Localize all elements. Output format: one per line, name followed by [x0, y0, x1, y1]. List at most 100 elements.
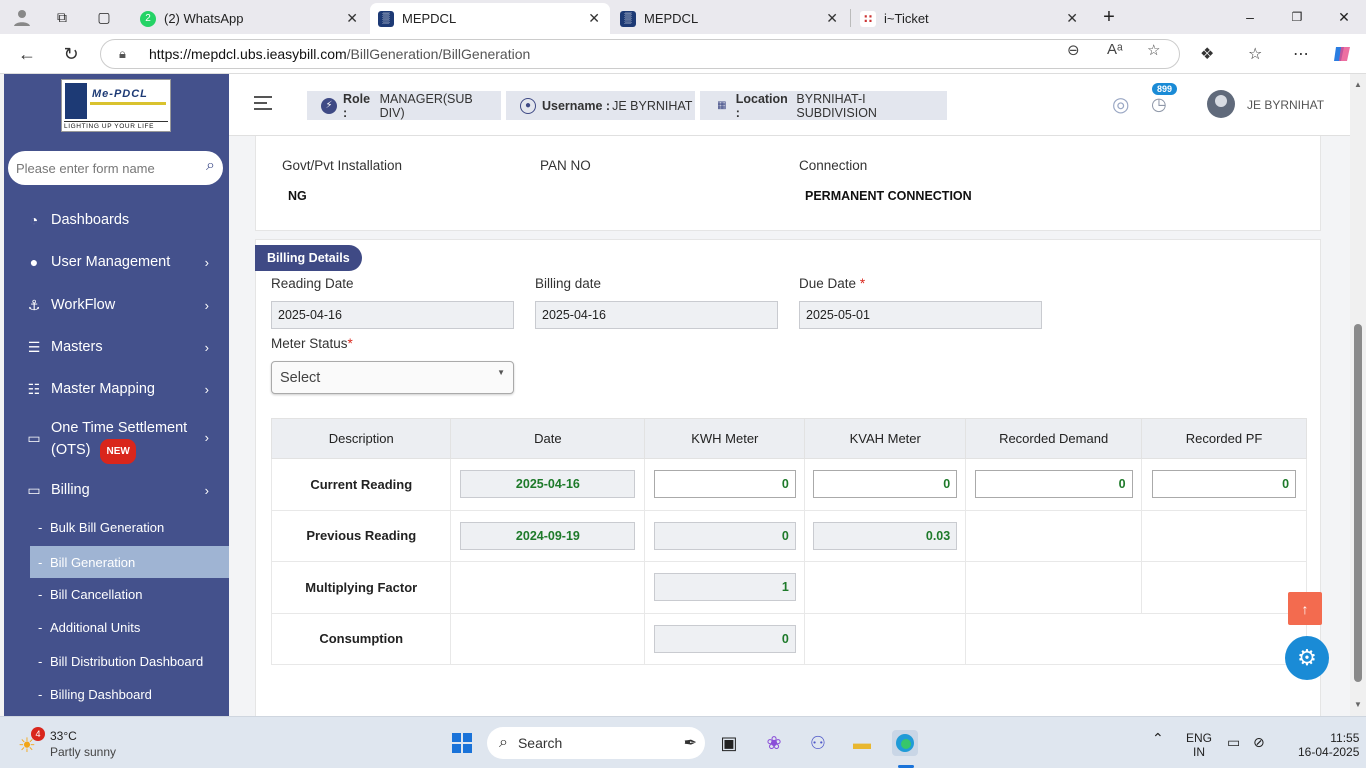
header-user-name[interactable]: JE BYRNIHAT [1247, 98, 1324, 112]
billing-details-card: Billing Details Reading Date Billing dat… [255, 239, 1321, 716]
menu-user-management[interactable]: ● User Management › [4, 249, 229, 275]
edge-browser-icon[interactable] [892, 730, 918, 756]
scroll-down-arrow-icon[interactable]: ▼ [1354, 700, 1362, 709]
cell-kvah: 0.03 [804, 509, 967, 562]
mepdcl-logo[interactable]: Me-PDCL LIGHTING UP YOUR LIFE [61, 79, 171, 132]
scroll-to-top-button[interactable]: ↑ [1288, 592, 1322, 625]
copilot-taskbar-icon[interactable]: ❀ [761, 730, 787, 756]
profile-icon[interactable] [8, 0, 36, 34]
minimize-icon[interactable]: – [1236, 0, 1264, 34]
menu-workflow[interactable]: ⚓︎ WorkFlow › [4, 292, 229, 318]
submenu-bulk-bill-generation[interactable]: Bulk Bill Generation [30, 511, 229, 543]
reading-date-field[interactable]: 2025-04-16 [271, 301, 514, 329]
workspaces-icon[interactable]: ⧉ [48, 0, 76, 34]
restore-icon[interactable]: ❐ [1283, 0, 1311, 34]
due-date-field[interactable]: 2025-05-01 [799, 301, 1042, 329]
zoom-icon[interactable]: ⊖ [1067, 41, 1080, 59]
required-mark: * [859, 276, 866, 291]
col-kwh: KWH Meter [644, 418, 806, 459]
windows-start-icon[interactable] [449, 730, 475, 756]
form-search-input[interactable]: Please enter form name ⌕ [8, 151, 223, 185]
close-tab-icon[interactable]: ✕ [826, 10, 838, 27]
cell-kwh: 0 [644, 612, 806, 665]
due-date-label: Due Date [799, 276, 857, 291]
more-options-icon[interactable]: ⋯ [1293, 44, 1309, 64]
menu-master-mapping[interactable]: ☷ Master Mapping › [4, 376, 229, 402]
multiplying-factor-field[interactable]: 1 [653, 573, 796, 602]
page-scrollbar[interactable]: ▲ ▼ [1350, 74, 1366, 716]
avatar[interactable] [1207, 90, 1235, 118]
submenu-bill-distribution-dashboard[interactable]: Bill Distribution Dashboard [30, 645, 229, 677]
search-icon[interactable]: ⌕ [206, 157, 215, 175]
refresh-icon[interactable]: ↻ [58, 42, 84, 66]
submenu-bill-generation[interactable]: Bill Generation [30, 546, 229, 578]
menu-label: Billing [51, 482, 90, 498]
teams-icon[interactable]: ⚇ [805, 730, 831, 756]
close-tab-icon[interactable]: ✕ [588, 10, 600, 27]
menu-masters[interactable]: ☰ Masters › [4, 334, 229, 360]
current-kvah-input[interactable]: 0 [813, 470, 958, 499]
submenu-billing-dashboard[interactable]: Billing Dashboard [30, 678, 229, 710]
submenu-additional-units[interactable]: Additional Units [30, 611, 229, 643]
favorite-star-icon[interactable]: ☆ [1147, 41, 1160, 59]
file-explorer-icon[interactable]: ▬ [849, 730, 875, 756]
language-indicator[interactable]: ENG IN [1186, 731, 1212, 759]
connection-value: PERMANENT CONNECTION [805, 189, 972, 203]
submenu-bill-cancellation[interactable]: Bill Cancellation [30, 578, 229, 610]
current-pf-input[interactable]: 0 [1152, 470, 1297, 499]
chevron-right-icon: › [204, 381, 209, 397]
tab-iticket[interactable]: ∷ i~Ticket ✕ [852, 3, 1088, 34]
pan-label: PAN NO [540, 158, 591, 173]
scroll-up-arrow-icon[interactable]: ▲ [1354, 80, 1362, 89]
new-tab-icon[interactable]: + [1096, 0, 1122, 34]
sidebar: Me-PDCL LIGHTING UP YOUR LIFE Please ent… [4, 74, 229, 716]
menu-ots[interactable]: ▭ One Time Settlement (OTS) NEW › [4, 418, 229, 464]
billing-date-field[interactable]: 2025-04-16 [535, 301, 778, 329]
hamburger-menu-icon[interactable] [254, 96, 272, 114]
favorites-icon[interactable]: ☆ [1248, 44, 1262, 64]
url-field[interactable]: 🔒︎ https://mepdcl.ubs.ieasybill.com/Bill… [100, 39, 1180, 69]
network-icon[interactable]: ▭ [1227, 735, 1240, 749]
app-header: ⚡︎ Role : MANAGER(SUB DIV) ● Username : JE… [229, 74, 1350, 136]
copilot-icon[interactable] [1332, 44, 1352, 69]
meter-status-select[interactable]: Select ▼ [271, 361, 514, 394]
back-icon[interactable]: ← [14, 42, 40, 66]
chevron-right-icon: › [204, 339, 209, 355]
task-view-icon[interactable]: ▣ [716, 730, 742, 756]
close-tab-icon[interactable]: ✕ [346, 10, 358, 27]
close-window-icon[interactable]: ✕ [1330, 0, 1358, 34]
taskbar-search[interactable]: ⌕ Search ✒ [487, 727, 705, 759]
clock-widget[interactable]: 11:55 16-04-2025 [1298, 731, 1359, 759]
tab-whatsapp[interactable]: 2 (2) WhatsApp ✕ [132, 3, 368, 34]
weather-desc: Partly sunny [50, 745, 117, 759]
cell-empty [1141, 509, 1307, 562]
consumption-field[interactable]: 0 [653, 624, 796, 653]
previous-kvah-field[interactable]: 0.03 [813, 521, 958, 550]
read-aloud-icon[interactable]: Aᵃ [1107, 41, 1123, 58]
anchor-icon: ⚓︎ [27, 296, 41, 313]
current-kwh-input[interactable]: 0 [653, 470, 796, 499]
table-row: Previous Reading 2024-09-19 0 0.03 [270, 509, 1307, 562]
scrollbar-thumb[interactable] [1354, 324, 1362, 682]
menu-billing[interactable]: ▭ Billing › [4, 477, 229, 503]
username-pill: ● Username : JE BYRNIHAT [506, 91, 695, 120]
settings-button[interactable]: ⚙︎ [1285, 636, 1329, 680]
show-hidden-icons-icon[interactable]: ⌃ [1152, 731, 1164, 745]
browser-tab-bar: ⧉ ▢ 2 (2) WhatsApp ✕ ▒ MEPDCL ✕ ▒ MEPDCL… [0, 0, 1366, 34]
tab-mepdcl-active[interactable]: ▒ MEPDCL ✕ [370, 3, 610, 34]
tab-actions-icon[interactable]: ▢ [90, 0, 118, 34]
meter-status-value: Select [280, 369, 321, 386]
group-users-icon[interactable]: ◎ [1112, 92, 1129, 117]
extensions-icon[interactable]: ❖ [1200, 44, 1214, 64]
lock-icon: 🔒︎ [119, 46, 126, 61]
volume-muted-icon[interactable]: ⊘ [1253, 735, 1265, 749]
logo-text: Me-PDCL [92, 88, 148, 100]
current-demand-input[interactable]: 0 [974, 470, 1133, 499]
current-date-field[interactable]: 2025-04-16 [460, 470, 636, 499]
tab-mepdcl[interactable]: ▒ MEPDCL ✕ [612, 3, 848, 34]
clock-icon[interactable]: ◷ [1151, 94, 1167, 115]
menu-dashboards[interactable]: ◔ Dashboards [4, 207, 229, 233]
previous-date-field[interactable]: 2024-09-19 [460, 521, 636, 550]
close-tab-icon[interactable]: ✕ [1066, 10, 1078, 27]
previous-kwh-field[interactable]: 0 [653, 521, 796, 550]
